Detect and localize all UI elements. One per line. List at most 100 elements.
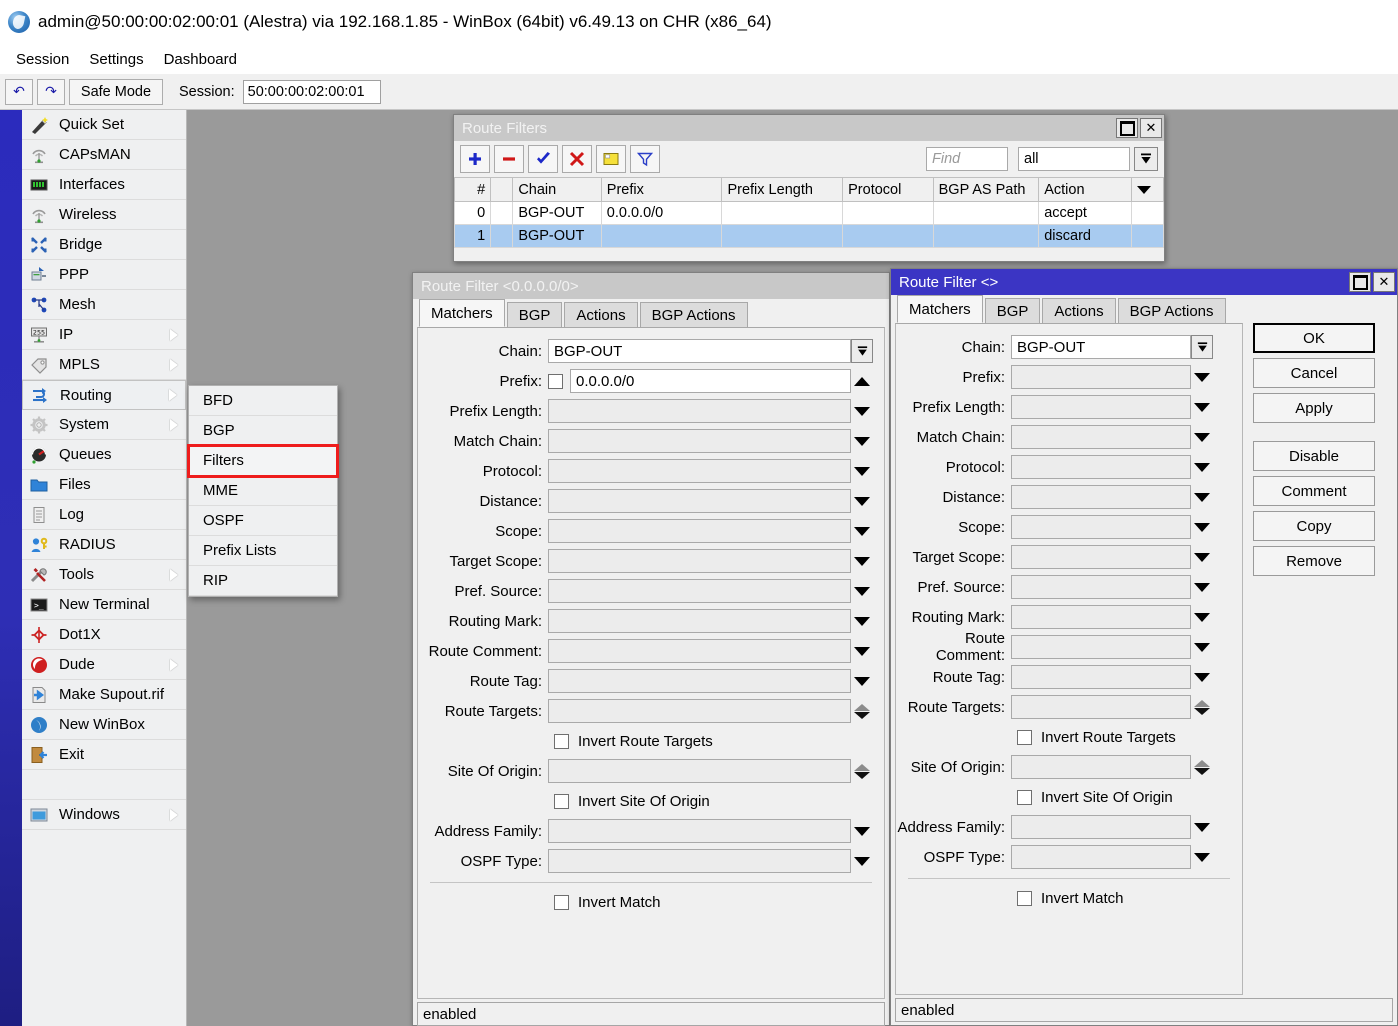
sidebar-item-tools[interactable]: Tools [22,560,186,590]
field-input-scope[interactable] [548,519,851,543]
chevron-down-icon[interactable] [1191,583,1213,592]
tab-actions[interactable]: Actions [564,302,637,327]
safe-mode-button[interactable]: Safe Mode [69,79,163,105]
invert-site-of-origin-row[interactable]: Invert Site Of Origin [418,786,884,816]
invert-route-targets-checkbox[interactable] [1017,730,1032,745]
chevron-down-icon[interactable] [851,617,873,626]
column-header-protocol[interactable]: Protocol [843,178,934,202]
routing-submenu-item-mme[interactable]: MME [189,476,337,506]
column-header-prefix-length[interactable]: Prefix Length [722,178,843,202]
chevron-down-icon[interactable] [1191,673,1213,682]
prefix-checkbox[interactable] [548,374,563,389]
field-input-ospf-type[interactable] [548,849,851,873]
invert-site-of-origin-checkbox[interactable] [1017,790,1032,805]
field-input-prefix[interactable] [1011,365,1191,389]
field-input-pref-source[interactable] [548,579,851,603]
sidebar-item-make-supout-rif[interactable]: Make Supout.rif [22,680,186,710]
sidebar-item-dot1x[interactable]: Dot1X [22,620,186,650]
column-header-blank[interactable] [491,178,513,202]
undo-icon[interactable]: ↶ [5,79,33,105]
field-input-site-of-origin[interactable] [1011,755,1191,779]
routing-submenu-item-bfd[interactable]: BFD [189,386,337,416]
comment-button[interactable]: Comment [1253,476,1375,506]
tab-actions[interactable]: Actions [1042,298,1115,323]
close-icon[interactable]: ✕ [1140,118,1162,138]
field-input-site-of-origin[interactable] [548,759,851,783]
comment-note-icon[interactable] [596,145,626,173]
sidebar-item-exit[interactable]: Exit [22,740,186,770]
sidebar-item-log[interactable]: Log [22,500,186,530]
restore-icon[interactable] [1349,272,1371,292]
column-header-action[interactable]: Action [1039,178,1132,202]
routing-submenu-item-filters[interactable]: Filters [189,446,337,476]
field-input-protocol[interactable] [1011,455,1191,479]
find-input[interactable]: Find [926,147,1008,171]
invert-match-checkbox[interactable] [554,895,569,910]
invert-match-row[interactable]: Invert Match [418,887,884,917]
field-input-distance[interactable] [1011,485,1191,509]
invert-match-checkbox[interactable] [1017,891,1032,906]
close-icon[interactable]: ✕ [1373,272,1395,292]
spinner-icon[interactable] [1191,700,1213,715]
sidebar-item-ppp[interactable]: PPP [22,260,186,290]
cancel-button[interactable]: Cancel [1253,358,1375,388]
sidebar-item-quick-set[interactable]: Quick Set [22,110,186,140]
spinner-icon[interactable] [851,704,873,719]
field-input-ospf-type[interactable] [1011,845,1191,869]
field-input-chain[interactable]: BGP-OUT [1011,335,1191,359]
routing-submenu-item-rip[interactable]: RIP [189,566,337,596]
invert-site-of-origin-checkbox[interactable] [554,794,569,809]
tab-bgp[interactable]: BGP [507,302,563,327]
column-header-bgp-as-path[interactable]: BGP AS Path [933,178,1039,202]
chevron-down-icon[interactable] [1191,403,1213,412]
dialog-right-titlebar[interactable]: Route Filter <> ✕ [891,269,1397,295]
chevron-down-icon[interactable] [851,587,873,596]
spinner-icon[interactable] [851,764,873,779]
invert-match-row[interactable]: Invert Match [896,883,1242,913]
menu-settings[interactable]: Settings [79,49,153,70]
sidebar-item-system[interactable]: System [22,410,186,440]
combo-dropdown-icon[interactable] [851,339,873,363]
restore-icon[interactable] [1116,118,1138,138]
field-input-address-family[interactable] [548,819,851,843]
chevron-down-icon[interactable] [851,557,873,566]
chevron-down-icon[interactable] [851,437,873,446]
chevron-down-icon[interactable] [851,527,873,536]
column-header-prefix[interactable]: Prefix [601,178,722,202]
sidebar-item-ip[interactable]: 255IP [22,320,186,350]
combo-dropdown-icon[interactable] [1191,335,1213,359]
field-input-route-targets[interactable] [1011,695,1191,719]
chevron-down-icon[interactable] [1191,493,1213,502]
field-input-target-scope[interactable] [548,549,851,573]
field-input-pref-source[interactable] [1011,575,1191,599]
remove-minus-icon[interactable] [494,145,524,173]
chevron-down-icon[interactable] [851,647,873,656]
remove-button[interactable]: Remove [1253,546,1375,576]
tab-bgp[interactable]: BGP [985,298,1041,323]
routing-submenu-item-bgp[interactable]: BGP [189,416,337,446]
sidebar-item-mesh[interactable]: Mesh [22,290,186,320]
field-input-prefix-length[interactable] [1011,395,1191,419]
field-input-route-comment[interactable] [1011,635,1191,659]
chevron-down-icon[interactable] [1191,523,1213,532]
add-plus-icon[interactable] [460,145,490,173]
filter-funnel-icon[interactable] [630,145,660,173]
field-input-chain[interactable]: BGP-OUT [548,339,851,363]
chevron-down-icon[interactable] [1191,643,1213,652]
menu-dashboard[interactable]: Dashboard [154,49,247,70]
field-input-routing-mark[interactable] [548,609,851,633]
table-row[interactable]: 0BGP-OUT0.0.0.0/0accept [455,202,1164,225]
field-input-match-chain[interactable] [548,429,851,453]
chevron-down-icon[interactable] [851,497,873,506]
route-filters-titlebar[interactable]: Route Filters ✕ [454,115,1164,141]
chevron-down-icon[interactable] [1191,433,1213,442]
routing-submenu-item-ospf[interactable]: OSPF [189,506,337,536]
spinner-icon[interactable] [1191,760,1213,775]
invert-route-targets-row[interactable]: Invert Route Targets [896,722,1242,752]
sidebar-item-windows[interactable]: Windows [22,800,186,830]
ok-button[interactable]: OK [1253,323,1375,353]
enable-check-icon[interactable] [528,145,558,173]
filter-select[interactable]: all [1018,147,1130,171]
menu-session[interactable]: Session [6,49,79,70]
field-input-route-comment[interactable] [548,639,851,663]
